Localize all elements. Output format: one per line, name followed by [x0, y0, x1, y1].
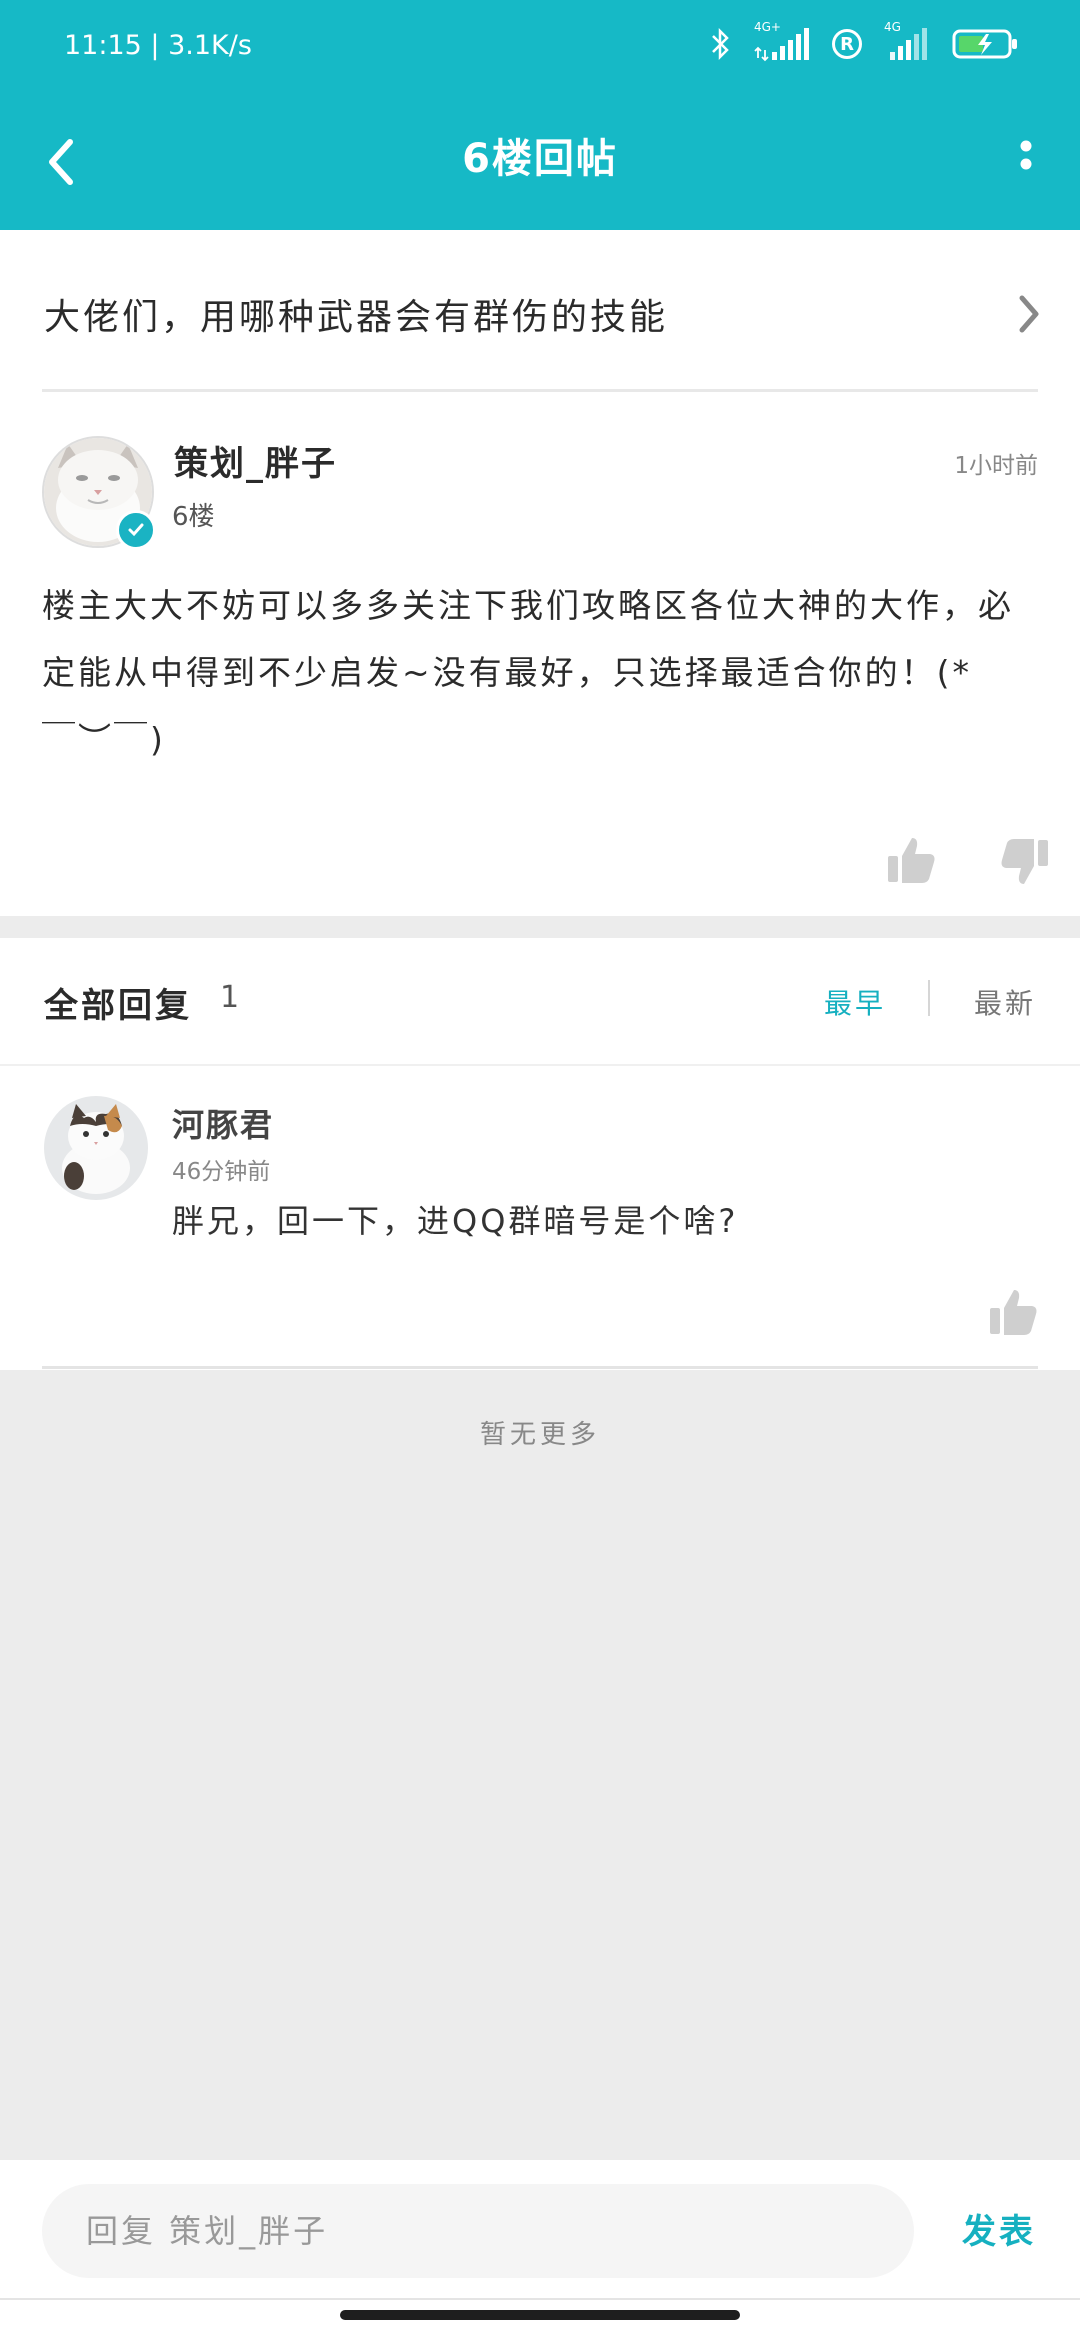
sort-newest-tab[interactable]: 最新 — [974, 982, 1036, 1022]
reply-composer: 回复 策划_胖子 发表 — [0, 2160, 1080, 2340]
more-vertical-icon — [1020, 140, 1032, 170]
divider — [42, 1366, 1038, 1369]
signal-sim2-icon: 4G — [884, 20, 930, 62]
battery-charging-icon — [952, 26, 1020, 62]
signal-sim1-icon: 4G+ — [754, 20, 810, 62]
verified-badge-icon — [116, 510, 156, 550]
post-content: 楼主大大不妨可以多多关注下我们攻略区各位大神的大作，必定能从中得到不少启发~没有… — [42, 586, 1014, 759]
divider — [0, 1064, 1080, 1066]
thumbs-down-icon — [1001, 839, 1048, 884]
main-post: 策划_胖子 6楼 1小时前 楼主大大不妨可以多多关注下我们攻略区各位大神的大作，… — [0, 392, 1080, 916]
post-time: 1小时前 — [954, 453, 1038, 479]
reply-input[interactable]: 回复 策划_胖子 — [42, 2184, 914, 2278]
app-header: 6楼回帖 — [0, 96, 1080, 230]
roaming-icon: R — [832, 29, 862, 59]
page-title: 6楼回帖 — [462, 136, 618, 182]
replies-count: 1 — [220, 980, 240, 1015]
thumbs-up-icon — [990, 1290, 1037, 1335]
status-time: 11:15 | 3.1K/s — [64, 30, 252, 61]
replies-section: 全部回复 1 最早 最新 河豚君 46分钟前 胖兄，回一下，进QQ群暗号是个啥? — [0, 938, 1080, 1370]
reply-time: 46分钟前 — [172, 1159, 271, 1185]
sort-divider — [928, 980, 930, 1016]
reply-author[interactable]: 河豚君 — [172, 1100, 274, 1146]
avatar[interactable] — [44, 1096, 148, 1200]
status-bar: 11:15 | 3.1K/s 4G+ R 4G — [0, 0, 1080, 96]
replies-label: 全部回复 — [44, 986, 192, 1026]
sort-earliest-tab[interactable]: 最早 — [824, 982, 886, 1022]
dislike-button[interactable] — [996, 834, 1052, 890]
post-author[interactable]: 策划_胖子 — [174, 436, 337, 485]
bluetooth-icon — [710, 26, 732, 62]
chevron-right-icon — [1004, 286, 1054, 342]
send-button[interactable]: 发表 — [962, 2204, 1036, 2253]
reply-text: 胖兄，回一下，进QQ群暗号是个啥? — [172, 1202, 739, 1240]
status-icons: 4G+ R 4G — [710, 20, 1020, 62]
home-indicator[interactable] — [340, 2310, 740, 2320]
no-more-text: 暂无更多 — [479, 1420, 600, 1450]
post-floor: 6楼 — [172, 502, 215, 532]
more-button[interactable] — [990, 122, 1050, 202]
reply-like-button[interactable] — [986, 1284, 1042, 1340]
topic-link[interactable]: 大佬们，用哪种武器会有群伤的技能 — [0, 230, 1080, 392]
topic-title: 大佬们，用哪种武器会有群伤的技能 — [44, 297, 669, 338]
thumbs-up-icon — [888, 838, 935, 883]
like-button[interactable] — [884, 832, 940, 888]
divider — [0, 2298, 1080, 2300]
